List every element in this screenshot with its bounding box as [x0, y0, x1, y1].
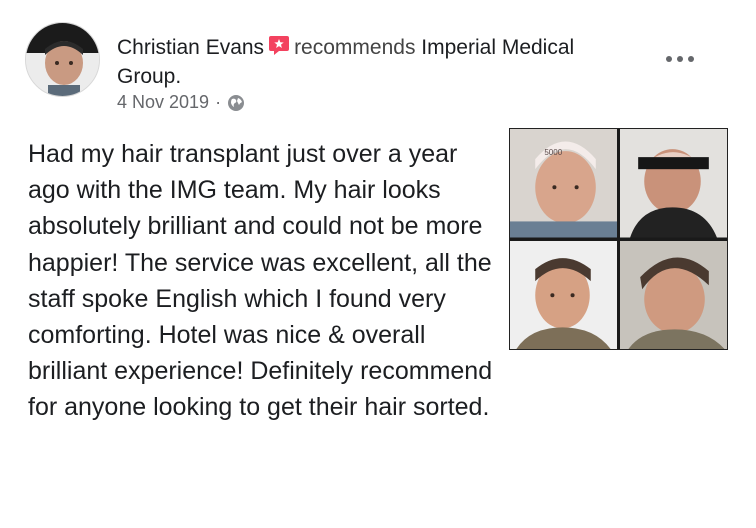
- post-text: Had my hair transplant just over a year …: [28, 140, 493, 422]
- post-date[interactable]: 4 Nov 2019: [117, 92, 209, 113]
- action-text: recommends: [294, 36, 416, 59]
- globe-icon: [228, 94, 245, 111]
- more-options-icon[interactable]: [664, 52, 696, 66]
- photo-bottom-right[interactable]: [620, 240, 727, 349]
- photo-top-right[interactable]: [620, 129, 727, 238]
- post-header: Christian Evans recommends Imperial Medic…: [117, 33, 617, 91]
- photo-top-left[interactable]: 5000: [510, 129, 617, 238]
- recommend-icon: [268, 34, 290, 56]
- photo-grid[interactable]: 5000: [509, 128, 728, 350]
- marker-text: 5000: [544, 148, 562, 157]
- author-name[interactable]: Christian Evans: [117, 36, 264, 59]
- author-avatar[interactable]: [25, 22, 100, 97]
- meta-separator: ·: [215, 92, 222, 112]
- avatar-photo: [26, 23, 99, 96]
- photo-bottom-left[interactable]: [510, 240, 617, 349]
- post-meta: 4 Nov 2019 ·: [117, 92, 245, 113]
